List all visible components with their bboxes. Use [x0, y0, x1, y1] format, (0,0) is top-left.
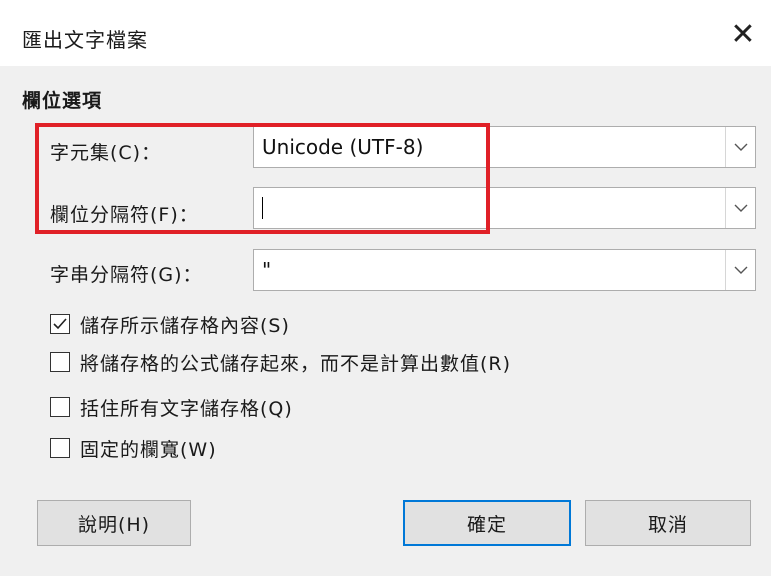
option-label: 將儲存格的公式儲存起來，而不是計算出數值(R): [80, 352, 512, 375]
dialog-title: 匯出文字檔案: [22, 28, 148, 52]
chevron-down-icon: [734, 143, 747, 151]
string-delimiter-value: ": [262, 258, 272, 282]
close-icon: ✕: [730, 16, 756, 52]
help-button[interactable]: 說明(H): [37, 500, 191, 546]
text-caret: [262, 197, 263, 219]
export-text-file-dialog: 匯出文字檔案 ✕ 欄位選項 字元集(C)： Unicode (UTF-8) 欄位…: [0, 0, 771, 576]
option-label: 括住所有文字儲存格(Q): [80, 397, 293, 420]
cancel-button[interactable]: 取消: [585, 500, 751, 546]
cancel-button-label: 取消: [647, 513, 688, 536]
charset-value: Unicode (UTF-8): [262, 135, 424, 159]
field-delimiter-input[interactable]: [253, 187, 756, 229]
charset-dropdown-button[interactable]: [725, 127, 755, 167]
string-delimiter-input[interactable]: ": [253, 249, 756, 291]
charset-select[interactable]: Unicode (UTF-8): [253, 126, 756, 168]
field-delimiter-dropdown-button[interactable]: [725, 188, 755, 228]
checkbox[interactable]: [50, 314, 70, 334]
help-button-label: 說明(H): [77, 513, 151, 536]
close-button[interactable]: ✕: [723, 16, 763, 52]
option-save-cell-content-as-shown[interactable]: 儲存所示儲存格內容(S): [50, 312, 290, 337]
option-save-formulas[interactable]: 將儲存格的公式儲存起來，而不是計算出數值(R): [50, 350, 512, 375]
string-delimiter-dropdown-button[interactable]: [725, 250, 755, 290]
chevron-down-icon: [734, 204, 747, 212]
string-delimiter-label: 字串分隔符(G)：: [50, 264, 203, 286]
checkmark-icon: [53, 318, 67, 330]
section-title-field-options: 欄位選項: [22, 90, 103, 112]
option-quote-all-text-cells[interactable]: 括住所有文字儲存格(Q): [50, 395, 293, 420]
checkbox[interactable]: [50, 352, 70, 372]
title-bar: 匯出文字檔案 ✕: [0, 0, 771, 66]
chevron-down-icon: [734, 266, 747, 274]
charset-label: 字元集(C)：: [50, 142, 162, 164]
checkbox[interactable]: [50, 397, 70, 417]
checkbox[interactable]: [50, 438, 70, 458]
option-fixed-column-width[interactable]: 固定的欄寬(W): [50, 436, 217, 461]
field-delimiter-label: 欄位分隔符(F)：: [50, 204, 199, 226]
ok-button[interactable]: 確定: [403, 500, 571, 546]
ok-button-label: 確定: [466, 513, 507, 536]
option-label: 固定的欄寬(W): [80, 438, 217, 461]
option-label: 儲存所示儲存格內容(S): [80, 314, 290, 337]
